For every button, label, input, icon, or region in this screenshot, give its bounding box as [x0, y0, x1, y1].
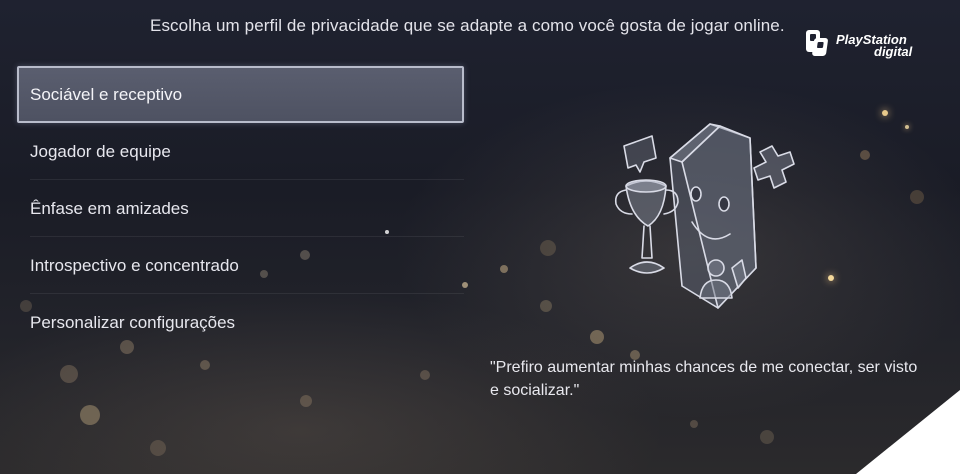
menu-item-label: Introspectivo e concentrado: [30, 256, 239, 275]
trophy-icon: [614, 179, 679, 274]
bokeh-particle: [540, 240, 556, 256]
menu-item-label: Ênfase em amizades: [30, 199, 189, 218]
bokeh-particle: [860, 150, 870, 160]
bokeh-particle: [80, 405, 100, 425]
menu-item-label: Jogador de equipe: [30, 142, 171, 161]
menu-item-enfase-amizades[interactable]: Ênfase em amizades: [30, 180, 464, 237]
menu-item-label: Sociável e receptivo: [30, 85, 183, 104]
plus-icon: [753, 145, 795, 189]
bokeh-particle: [500, 265, 508, 273]
menu-item-label: Personalizar configurações: [30, 313, 236, 332]
bokeh-particle: [200, 360, 210, 370]
bokeh-particle: [905, 125, 909, 129]
bokeh-particle: [760, 430, 774, 444]
bokeh-particle: [590, 330, 604, 344]
bokeh-particle: [420, 370, 430, 380]
bokeh-particle: [540, 300, 552, 312]
bokeh-particle: [828, 275, 834, 281]
logo-line2: digital: [874, 44, 913, 59]
menu-item-sociavel[interactable]: Sociável e receptivo: [17, 66, 464, 123]
privacy-profile-menu: Sociável e receptivo Jogador de equipe Ê…: [17, 66, 464, 351]
menu-item-introspectivo[interactable]: Introspectivo e concentrado: [30, 237, 464, 294]
menu-item-personalizar[interactable]: Personalizar configurações: [30, 294, 464, 351]
playstation-logo-icon: PlayStation digital: [806, 30, 913, 59]
bokeh-particle: [150, 440, 166, 456]
bokeh-particle: [910, 190, 924, 204]
bokeh-particle: [300, 395, 312, 407]
menu-item-jogador-equipe[interactable]: Jogador de equipe: [30, 123, 464, 180]
social-profile-illustration: [600, 118, 820, 328]
speech-bubble-icon: [623, 135, 657, 173]
bokeh-particle: [60, 365, 78, 383]
playstation-digital-logo: PlayStation digital: [806, 26, 932, 60]
bokeh-particle: [690, 420, 698, 428]
bokeh-particle: [882, 110, 888, 116]
corner-decoration: [856, 390, 960, 474]
page-prompt: Escolha um perfil de privacidade que se …: [150, 16, 785, 35]
